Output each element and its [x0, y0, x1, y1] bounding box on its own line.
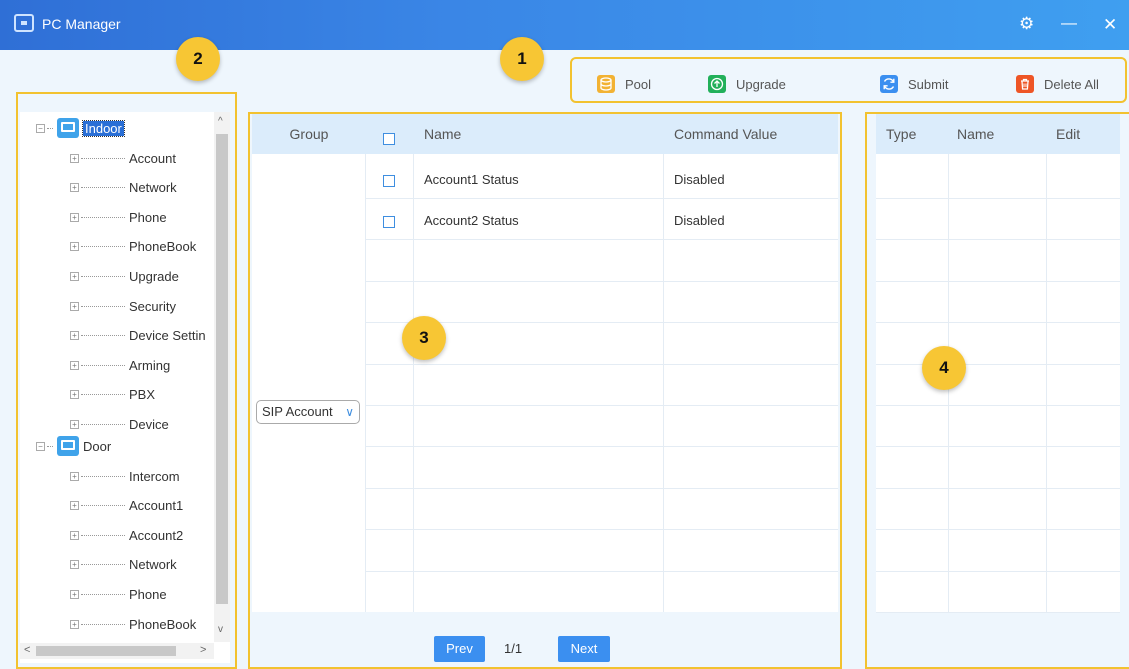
upgrade-label: Upgrade	[736, 76, 786, 92]
database-icon	[597, 75, 615, 93]
tree-highlight	[16, 92, 237, 669]
settings-icon[interactable]: ⚙	[1019, 14, 1034, 34]
minimize-icon[interactable]: —	[1061, 14, 1077, 34]
callout-badge-4: 4	[922, 346, 966, 390]
upgrade-button[interactable]: Upgrade	[708, 74, 786, 94]
callout-badge-2: 2	[176, 37, 220, 81]
callout-badge-1: 1	[500, 37, 544, 81]
trash-icon	[1016, 75, 1034, 93]
side-table-highlight	[865, 112, 1129, 669]
callout-badge-3: 3	[402, 316, 446, 360]
upgrade-arrow-icon	[708, 75, 726, 93]
delete-all-label: Delete All	[1044, 76, 1099, 92]
pool-button[interactable]: Pool	[597, 74, 651, 94]
close-icon[interactable]: ✕	[1103, 15, 1117, 35]
pc-manager-app-icon	[14, 14, 34, 32]
title-bar: PC Manager ⚙ — ✕	[0, 0, 1129, 50]
submit-label: Submit	[908, 76, 949, 92]
submit-button[interactable]: Submit	[880, 74, 948, 94]
delete-all-button[interactable]: Delete All	[1016, 74, 1099, 94]
pool-label: Pool	[625, 76, 652, 92]
refresh-icon	[880, 75, 898, 93]
app-title: PC Manager	[42, 16, 121, 32]
command-table-highlight	[248, 112, 842, 669]
